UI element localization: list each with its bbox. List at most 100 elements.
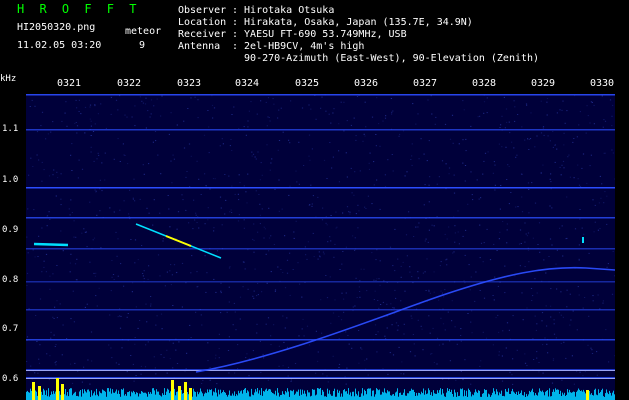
noise-band	[64, 394, 65, 400]
noise-band	[602, 388, 603, 400]
noise-band	[175, 395, 176, 400]
noise-speckle	[392, 307, 394, 309]
noise-band	[403, 392, 404, 400]
noise-speckle	[593, 231, 595, 233]
noise-speckle	[282, 365, 284, 367]
noise-band	[577, 390, 578, 400]
noise-speckle	[476, 179, 478, 181]
noise-speckle	[265, 253, 267, 255]
noise-speckle	[335, 227, 337, 229]
noise-speckle	[60, 198, 62, 200]
noise-speckle	[399, 133, 401, 135]
noise-band	[400, 392, 401, 400]
noise-speckle	[129, 189, 131, 191]
noise-speckle	[371, 116, 374, 118]
noise-speckle	[460, 340, 462, 342]
noise-speckle	[70, 253, 72, 255]
y-tick-label: 0.6	[2, 374, 19, 384]
noise-speckle	[202, 380, 204, 381]
noise-band	[507, 391, 508, 400]
noise-speckle	[261, 174, 263, 176]
noise-speckle	[224, 213, 226, 215]
noise-band	[550, 396, 551, 400]
noise-band	[429, 390, 430, 400]
noise-speckle	[253, 223, 255, 225]
noise-speckle	[146, 207, 148, 209]
noise-speckle	[462, 235, 464, 237]
noise-band	[484, 389, 485, 400]
noise-speckle	[142, 275, 144, 277]
noise-speckle	[551, 382, 554, 384]
noise-band	[593, 395, 594, 400]
meteor-count: 9	[139, 40, 146, 51]
noise-speckle	[527, 182, 530, 184]
noise-speckle	[593, 104, 595, 106]
noise-speckle	[424, 240, 426, 242]
noise-band	[477, 392, 478, 400]
noise-band	[283, 393, 284, 400]
noise-speckle	[371, 203, 373, 205]
noise-speckle	[140, 373, 142, 375]
noise-speckle	[32, 249, 34, 251]
noise-speckle	[144, 103, 147, 105]
noise-band	[461, 389, 462, 400]
x-tick-label: 0325	[295, 78, 320, 89]
noise-speckle	[271, 158, 273, 160]
noise-speckle	[38, 235, 40, 237]
noise-speckle	[436, 216, 438, 218]
noise-band	[183, 393, 184, 400]
noise-band	[613, 390, 614, 400]
noise-speckle	[90, 135, 92, 136]
noise-speckle	[338, 338, 340, 339]
noise-speckle	[229, 145, 231, 147]
noise-speckle	[364, 101, 366, 103]
noise-speckle	[343, 130, 345, 132]
noise-speckle	[482, 173, 484, 175]
noise-speckle	[346, 206, 349, 208]
noise-speckle	[256, 323, 258, 325]
noise-speckle	[89, 104, 92, 106]
noise-band	[497, 391, 498, 400]
noise-speckle	[268, 250, 270, 252]
noise-band	[249, 396, 250, 400]
noise-speckle	[334, 299, 336, 301]
noise-speckle	[534, 146, 536, 148]
noise-speckle	[479, 257, 481, 259]
info-value-antenna: : 2el-HB9CV, 4m's high	[232, 41, 365, 52]
noise-band	[168, 389, 169, 400]
noise-speckle	[612, 104, 614, 106]
noise-speckle	[561, 109, 563, 111]
noise-speckle	[87, 359, 89, 361]
noise-speckle	[391, 111, 393, 113]
noise-speckle	[528, 189, 530, 190]
noise-speckle	[101, 190, 103, 192]
noise-speckle	[208, 152, 210, 154]
noise-band	[238, 390, 239, 400]
noise-speckle	[154, 131, 157, 132]
noise-burst	[184, 382, 187, 400]
noise-speckle	[545, 305, 547, 307]
x-tick-label: 0321	[57, 78, 82, 89]
noise-speckle	[170, 160, 172, 162]
noise-speckle	[546, 101, 548, 103]
noise-band	[234, 391, 235, 400]
noise-speckle	[52, 174, 54, 176]
x-tick-label: 0323	[177, 78, 202, 89]
noise-speckle	[498, 351, 500, 353]
noise-band	[26, 391, 27, 400]
noise-speckle	[366, 290, 368, 292]
noise-band	[607, 392, 608, 400]
carrier-line	[26, 370, 615, 371]
noise-speckle	[397, 325, 399, 327]
noise-speckle	[505, 347, 507, 349]
noise-speckle	[117, 109, 119, 111]
noise-speckle	[431, 224, 433, 226]
noise-band	[262, 395, 263, 400]
noise-speckle	[341, 292, 343, 294]
noise-speckle	[335, 211, 337, 213]
noise-band	[433, 390, 434, 400]
noise-band	[489, 394, 490, 400]
noise-speckle	[289, 294, 291, 296]
noise-speckle	[134, 239, 137, 241]
noise-band	[313, 389, 314, 400]
